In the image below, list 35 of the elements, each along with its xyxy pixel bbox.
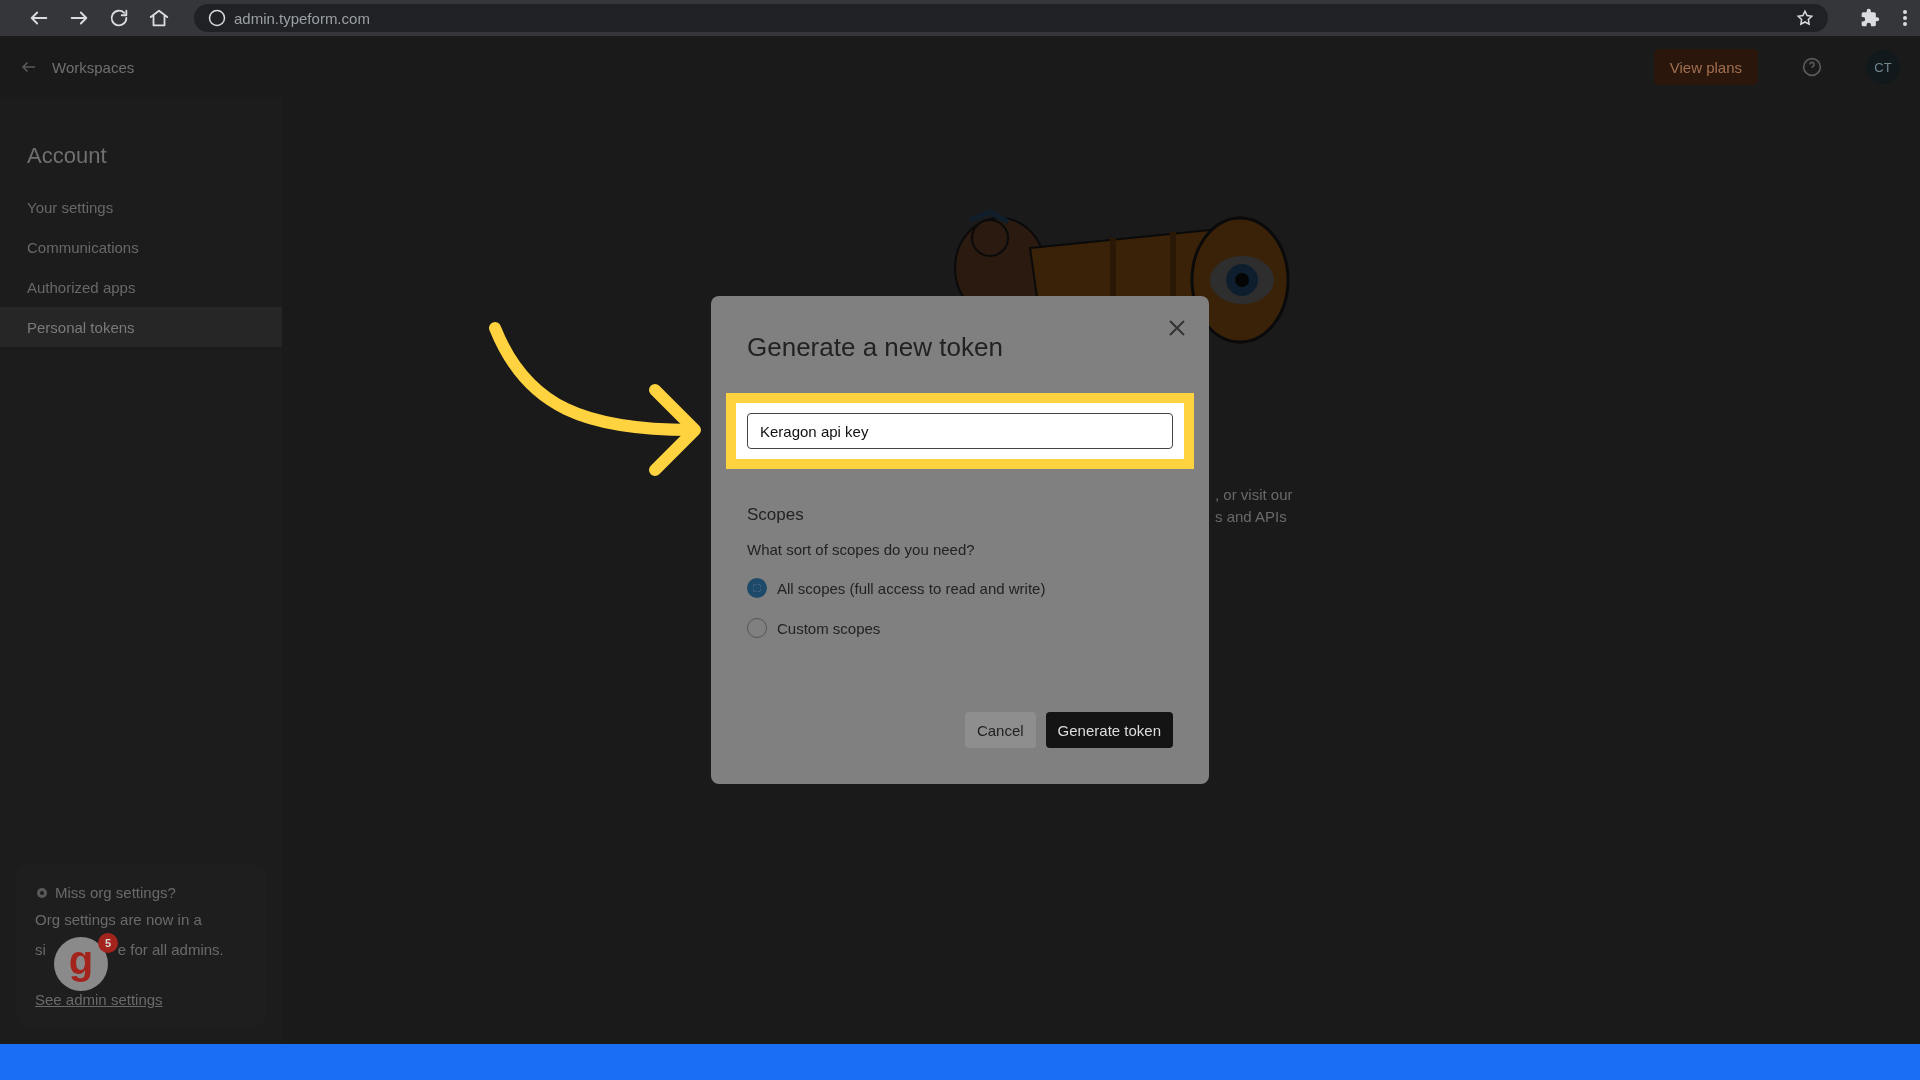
card-text: Org settings are now in a bbox=[35, 910, 203, 930]
option-label[interactable]: Custom scopes bbox=[777, 619, 881, 637]
card-text: e for all admins. bbox=[117, 940, 224, 960]
sidebar-item[interactable]: Communications bbox=[0, 227, 282, 267]
puzzle-icon[interactable] bbox=[1860, 8, 1880, 28]
scopes-question: What sort of scopes do you need? bbox=[747, 541, 976, 558]
reload-icon[interactable] bbox=[108, 7, 130, 29]
star-icon[interactable] bbox=[1796, 9, 1814, 27]
sidebar-heading: Account bbox=[26, 143, 108, 169]
token-name-field[interactable]: Keragon api key bbox=[747, 413, 1173, 449]
card-text: si bbox=[35, 940, 46, 960]
user-avatar[interactable]: CT bbox=[1866, 50, 1900, 84]
sidebar-item[interactable]: Your settings bbox=[0, 187, 282, 227]
admin-settings-link[interactable]: See admin settings bbox=[35, 991, 163, 1008]
menu-icon[interactable] bbox=[1902, 9, 1908, 27]
radio-button[interactable] bbox=[747, 578, 767, 598]
body-text: , or visit our bbox=[1215, 486, 1293, 503]
view-plans-button[interactable]: View plans bbox=[1653, 49, 1758, 85]
address-bar[interactable]: admin.typeform.com bbox=[194, 4, 1828, 32]
gear-icon bbox=[35, 885, 49, 900]
site-info-icon[interactable] bbox=[208, 9, 226, 27]
generate-token-button[interactable]: Generate token bbox=[1045, 712, 1173, 748]
cancel-button[interactable]: Cancel bbox=[964, 712, 1036, 748]
sidebar-item[interactable]: Authorized apps bbox=[0, 267, 282, 307]
help-icon[interactable] bbox=[1802, 57, 1822, 77]
dialog-title: Generate a new token bbox=[747, 332, 1004, 363]
option-label[interactable]: All scopes (full access to read and write) bbox=[777, 579, 1046, 597]
scopes-heading: Scopes bbox=[747, 505, 805, 525]
workspaces-link[interactable]: Workspaces bbox=[52, 58, 1640, 76]
body-text: s and APIs bbox=[1215, 508, 1287, 525]
home-icon[interactable] bbox=[148, 7, 170, 29]
notification-badge: 5 bbox=[98, 933, 118, 953]
card-title: Miss org settings? bbox=[55, 884, 176, 901]
sidebar-item[interactable]: Personal tokens bbox=[0, 307, 282, 347]
url-text: admin.typeform.com bbox=[234, 9, 371, 27]
